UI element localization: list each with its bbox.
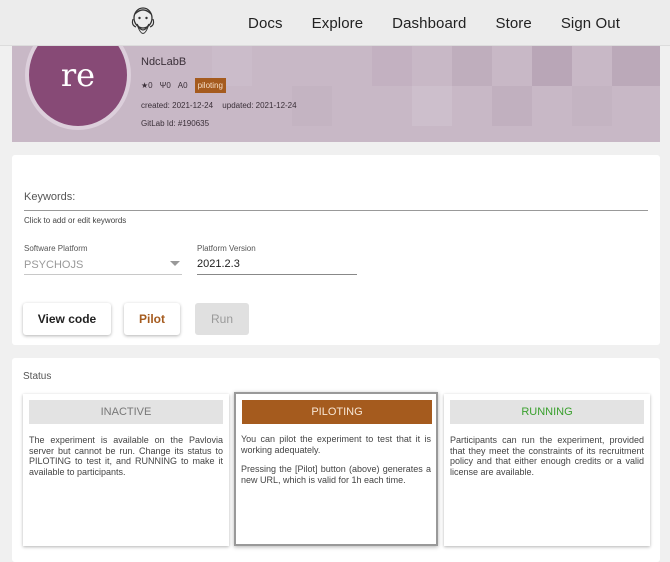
stars-stat[interactable]: ★0 [141, 81, 153, 90]
project-dates: created: 2021-12-24 updated: 2021-12-24 [141, 101, 304, 110]
keywords-underline [24, 210, 648, 211]
status-title-inactive: INACTIVE [29, 400, 223, 424]
keywords-hint: Click to add or edit keywords [24, 216, 127, 225]
project-info: NdcLabB ★0 Ψ0 A0 piloting created: 2021-… [141, 56, 304, 128]
view-code-button[interactable]: View code [23, 303, 111, 335]
chevron-down-icon[interactable] [170, 261, 180, 266]
nav-sign-out-link[interactable]: Sign Out [561, 15, 620, 32]
status-title-running: RUNNING [450, 400, 644, 424]
status-description-piloting-1: You can pilot the experiment to test tha… [241, 434, 431, 455]
status-description-piloting: You can pilot the experiment to test tha… [241, 434, 431, 494]
status-title-piloting: PILOTING [242, 400, 432, 424]
watchers-stat: A0 [178, 81, 188, 90]
software-platform-label: Software Platform [24, 244, 88, 253]
status-description-running: Participants can run the experiment, pro… [450, 435, 644, 477]
avatar-initials: re [60, 56, 96, 94]
status-description-piloting-2: Pressing the [Pilot] button (above) gene… [241, 464, 431, 485]
platform-version-label: Platform Version [197, 244, 256, 253]
status-card: Status INACTIVE The experiment is availa… [12, 358, 660, 562]
status-option-piloting[interactable]: PILOTING You can pilot the experiment to… [234, 392, 438, 546]
platform-version-underline [197, 274, 357, 275]
project-name: NdcLabB [141, 56, 187, 68]
nav-docs-link[interactable]: Docs [248, 15, 283, 32]
pilot-button[interactable]: Pilot [124, 303, 180, 335]
stars-count: 0 [148, 81, 153, 90]
status-option-running[interactable]: RUNNING Participants can run the experim… [444, 394, 650, 546]
top-nav: Docs Explore Dashboard Store Sign Out [0, 0, 670, 46]
created-date: created: 2021-12-24 [141, 101, 214, 110]
nav-explore-link[interactable]: Explore [312, 15, 364, 32]
project-stats: ★0 Ψ0 A0 piloting [141, 78, 304, 93]
status-label: Status [23, 371, 52, 382]
nav-store-link[interactable]: Store [495, 15, 531, 32]
keywords-label[interactable]: Keywords: [24, 191, 75, 203]
status-option-inactive[interactable]: INACTIVE The experiment is available on … [23, 394, 229, 546]
software-platform-underline [24, 274, 182, 275]
updated-date: updated: 2021-12-24 [222, 101, 297, 110]
forks-stat: Ψ0 [160, 81, 171, 90]
forks-count: 0 [166, 81, 171, 90]
status-description-inactive: The experiment is available on the Pavlo… [29, 435, 223, 477]
pavlovia-logo-icon[interactable] [128, 5, 158, 41]
nav-dashboard-link[interactable]: Dashboard [392, 15, 466, 32]
project-settings-card: Keywords: Click to add or edit keywords … [12, 155, 660, 345]
platform-version-field[interactable]: 2021.2.3 [197, 258, 240, 270]
status-badge: piloting [194, 78, 226, 93]
run-button[interactable]: Run [195, 303, 249, 335]
gitlab-id: GitLab Id: #190635 [141, 119, 210, 128]
watchers-count: 0 [183, 81, 188, 90]
software-platform-select[interactable]: PSYCHOJS [24, 259, 83, 271]
